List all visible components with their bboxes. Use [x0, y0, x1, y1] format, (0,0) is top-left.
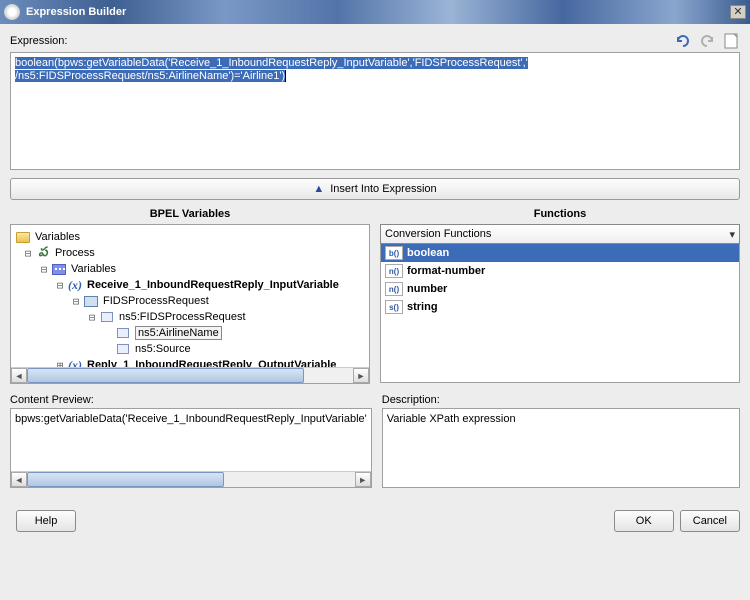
function-category-dropdown[interactable]: Conversion Functions ▾	[380, 224, 740, 244]
scroll-left-icon[interactable]: ◄	[11, 368, 27, 383]
tree-node-input-variable[interactable]: ⊟ (x) Receive_1_InboundRequestReply_Inpu…	[13, 277, 367, 293]
bpel-variables-header: BPEL Variables	[10, 208, 370, 220]
leaf-icon	[117, 328, 129, 338]
folder-icon	[16, 232, 30, 243]
expression-text-line2: /ns5:FIDSProcessRequest/ns5:AirlineName'…	[15, 70, 285, 82]
variable-icon: (x)	[67, 278, 83, 292]
undo-icon[interactable]	[674, 32, 692, 50]
function-item-number[interactable]: n() number	[381, 280, 739, 298]
app-icon	[4, 4, 20, 20]
ok-button[interactable]: OK	[614, 510, 674, 532]
description-label: Description:	[382, 394, 740, 406]
element-icon	[84, 296, 98, 307]
cancel-button[interactable]: Cancel	[680, 510, 740, 532]
expression-label: Expression:	[10, 35, 674, 47]
function-item-format-number[interactable]: n() format-number	[381, 262, 739, 280]
collapse-icon[interactable]: ⊟	[87, 311, 97, 324]
insert-into-expression-button[interactable]: ▲ Insert Into Expression	[10, 178, 740, 200]
function-item-string[interactable]: s() string	[381, 298, 739, 316]
titlebar: Expression Builder ✕	[0, 0, 750, 24]
dropdown-selected: Conversion Functions	[385, 228, 729, 240]
function-list[interactable]: b() boolean n() format-number n() number…	[380, 244, 740, 383]
tree-node-fids-request[interactable]: ⊟ FIDSProcessRequest	[13, 293, 367, 309]
leaf-icon	[101, 312, 113, 322]
leaf-icon	[117, 344, 129, 354]
function-icon: b()	[385, 246, 403, 260]
tree-node-variables[interactable]: ⊟ Variables	[13, 261, 367, 277]
description-panel: Variable XPath expression	[382, 408, 740, 488]
scroll-thumb[interactable]	[27, 472, 224, 487]
collapse-icon[interactable]: ⊟	[71, 295, 81, 308]
function-item-boolean[interactable]: b() boolean	[381, 244, 739, 262]
tree-node-ns5-airline[interactable]: ns5:AirlineName	[13, 325, 367, 341]
close-icon[interactable]: ✕	[730, 5, 746, 19]
content-preview-panel: bpws:getVariableData('Receive_1_InboundR…	[10, 408, 372, 488]
scroll-thumb[interactable]	[27, 368, 304, 383]
tree-node-ns5-source[interactable]: ns5:Source	[13, 341, 367, 357]
tree-node-variables-root[interactable]: Variables	[13, 229, 367, 245]
function-icon: s()	[385, 300, 403, 314]
expression-textarea[interactable]: boolean(bpws:getVariableData('Receive_1_…	[10, 52, 740, 170]
help-button[interactable]: Help	[16, 510, 76, 532]
collapse-icon[interactable]: ⊟	[23, 247, 33, 260]
redo-icon[interactable]	[698, 32, 716, 50]
scroll-right-icon[interactable]: ►	[355, 472, 371, 487]
content-preview-text: bpws:getVariableData('Receive_1_InboundR…	[15, 413, 367, 425]
variables-icon	[52, 264, 66, 275]
content-preview-label: Content Preview:	[10, 394, 372, 406]
collapse-icon[interactable]: ⊟	[55, 279, 65, 292]
tree-node-process[interactable]: ⊟ ప Process	[13, 245, 367, 261]
functions-header: Functions	[380, 208, 740, 220]
function-icon: n()	[385, 264, 403, 278]
expression-text-line1: boolean(bpws:getVariableData('Receive_1_…	[15, 57, 528, 69]
clear-icon[interactable]	[722, 32, 740, 50]
scroll-left-icon[interactable]: ◄	[11, 472, 27, 487]
tree-horizontal-scrollbar[interactable]: ◄ ►	[11, 367, 369, 383]
description-text: Variable XPath expression	[387, 413, 516, 425]
preview-horizontal-scrollbar[interactable]: ◄ ►	[11, 471, 371, 487]
scroll-right-icon[interactable]: ►	[353, 368, 369, 383]
insert-button-label: Insert Into Expression	[330, 183, 436, 195]
chevron-down-icon: ▾	[729, 228, 735, 241]
tree-node-ns5-fids[interactable]: ⊟ ns5:FIDSProcessRequest	[13, 309, 367, 325]
window-title: Expression Builder	[26, 6, 730, 18]
collapse-icon[interactable]: ⊟	[39, 263, 49, 276]
variables-tree[interactable]: Variables ⊟ ప Process ⊟ Variables ⊟ (	[10, 224, 370, 384]
up-arrow-icon: ▲	[313, 183, 324, 195]
process-icon: ప	[35, 246, 51, 260]
function-icon: n()	[385, 282, 403, 296]
